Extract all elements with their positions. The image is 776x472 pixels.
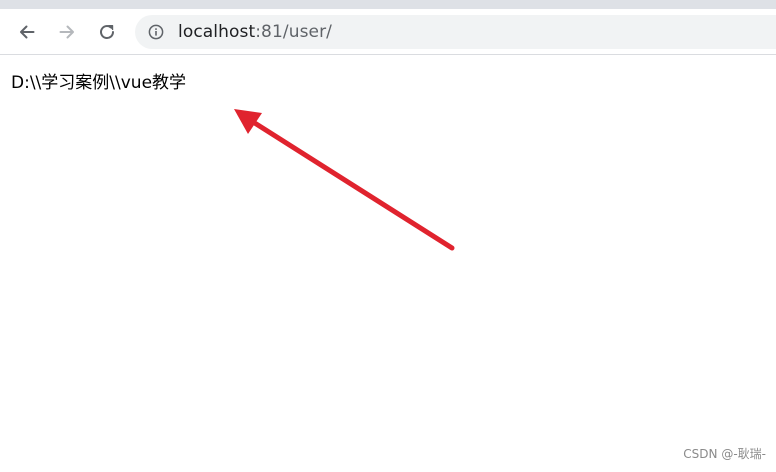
url-path: :81/user/	[255, 22, 333, 42]
arrow-right-icon	[57, 22, 77, 42]
browser-window: localhost:81/user/ D:\\学习案例\\vue教学 CSDN …	[0, 0, 776, 472]
url-host: localhost	[178, 22, 256, 42]
forward-button[interactable]	[52, 17, 82, 47]
browser-toolbar: localhost:81/user/	[0, 9, 776, 55]
watermark: CSDN @-耿瑞-	[683, 447, 766, 461]
tab-strip	[0, 0, 776, 9]
reload-button[interactable]	[92, 17, 122, 47]
arrow-left-icon	[17, 22, 37, 42]
reload-icon	[97, 22, 117, 42]
address-bar[interactable]: localhost:81/user/	[135, 15, 776, 49]
page-content-text: D:\\学习案例\\vue教学	[11, 73, 187, 93]
info-circle-icon[interactable]	[147, 23, 165, 41]
url-text[interactable]: localhost:81/user/	[178, 22, 332, 42]
back-button[interactable]	[12, 17, 42, 47]
